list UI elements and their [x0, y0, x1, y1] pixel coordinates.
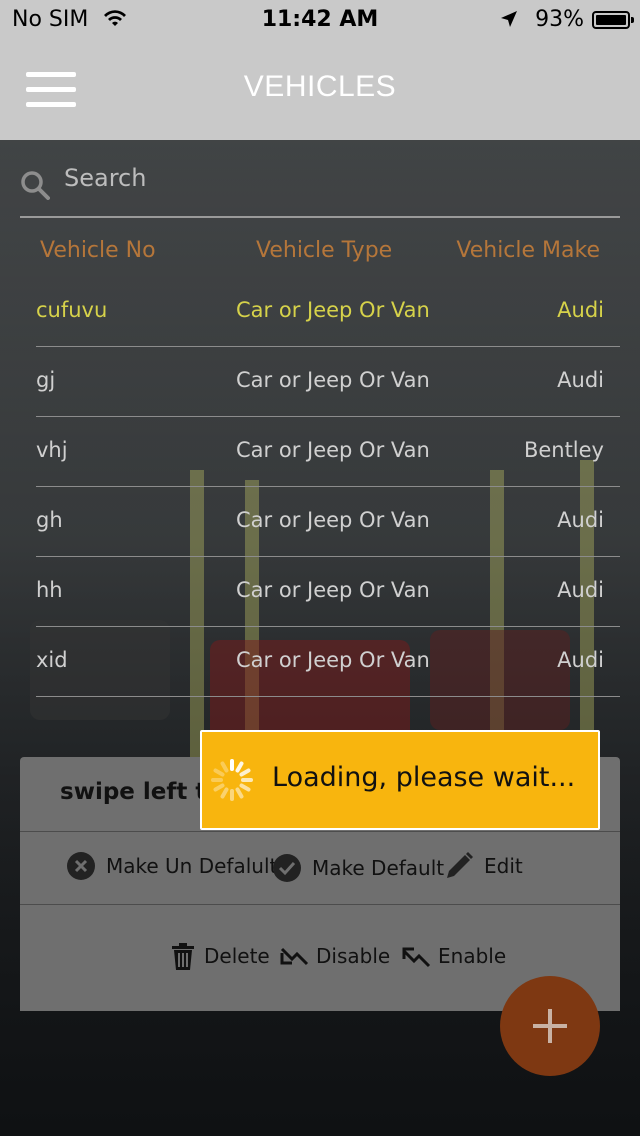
make-default-button[interactable]: Make Default [272, 853, 444, 883]
trend-up-icon [402, 947, 431, 968]
edit-button[interactable]: Edit [444, 851, 523, 881]
battery-percent: 93% [535, 7, 584, 32]
table-row[interactable]: hh Car or Jeep Or Van Audi [36, 556, 620, 627]
pencil-icon [447, 852, 473, 878]
enable-label: Enable [438, 944, 507, 968]
cell-vehicle-type: Car or Jeep Or Van [236, 508, 430, 532]
location-arrow-icon [501, 11, 518, 27]
column-header-vehicle-make: Vehicle Make [456, 238, 600, 263]
table-row[interactable]: vhj Car or Jeep Or Van Bentley [36, 416, 620, 487]
search-field[interactable]: Search [20, 150, 620, 218]
make-default-label: Make Default [312, 856, 445, 880]
swipe-hint: swipe left to [60, 779, 223, 805]
cell-vehicle-make: Audi [557, 508, 604, 532]
header-bar: VEHICLES [0, 40, 640, 140]
cell-vehicle-make: Audi [557, 368, 604, 392]
make-un-default-label: Make Un Defalult [106, 854, 278, 878]
cell-vehicle-make: Audi [557, 298, 604, 322]
cell-vehicle-make: Audi [557, 578, 604, 602]
search-icon [21, 171, 50, 200]
loading-message: Loading, please wait... [272, 762, 576, 793]
page-title: VEHICLES [243, 70, 397, 103]
search-input[interactable]: Search [64, 164, 146, 192]
trend-down-icon [280, 947, 309, 966]
divider [20, 904, 620, 905]
cell-vehicle-make: Audi [557, 648, 604, 672]
make-un-default-button[interactable]: Make Un Defalult [66, 851, 277, 881]
cell-vehicle-type: Car or Jeep Or Van [236, 298, 430, 322]
disable-label: Disable [316, 944, 391, 968]
status-bar: No SIM 11:42 AM 93% [0, 0, 640, 40]
status-right: 93% [500, 7, 584, 32]
cell-vehicle-type: Car or Jeep Or Van [236, 648, 430, 672]
cell-vehicle-no: hh [36, 578, 63, 602]
cell-vehicle-type: Car or Jeep Or Van [236, 578, 430, 602]
cell-vehicle-no: cufuvu [36, 298, 108, 322]
enable-button[interactable]: Enable [402, 941, 506, 971]
disable-button[interactable]: Disable [280, 941, 390, 971]
check-circle-icon [273, 854, 301, 882]
cell-vehicle-type: Car or Jeep Or Van [236, 368, 430, 392]
add-vehicle-button[interactable] [500, 976, 600, 1076]
cell-vehicle-no: xid [36, 648, 68, 672]
column-header-vehicle-no: Vehicle No [40, 238, 156, 263]
cell-vehicle-no: gh [36, 508, 63, 532]
table-row[interactable]: cufuvu Car or Jeep Or Van Audi [36, 276, 620, 347]
delete-label: Delete [204, 944, 270, 968]
table-row[interactable]: gh Car or Jeep Or Van Audi [36, 486, 620, 557]
table-row[interactable]: xid Car or Jeep Or Van Audi [36, 626, 620, 697]
table-row[interactable]: gj Car or Jeep Or Van Audi [36, 346, 620, 417]
cell-vehicle-make: Bentley [523, 438, 604, 462]
column-header-vehicle-type: Vehicle Type [256, 238, 393, 263]
edit-label: Edit [484, 854, 523, 878]
close-circle-icon [67, 852, 95, 880]
delete-button[interactable]: Delete [168, 941, 270, 971]
divider [20, 831, 620, 832]
spinner-icon [211, 759, 253, 801]
cell-vehicle-no: vhj [36, 438, 68, 462]
cell-vehicle-type: Car or Jeep Or Van [236, 438, 430, 462]
loading-dialog: Loading, please wait... [200, 730, 600, 830]
trash-icon [172, 943, 194, 970]
battery-icon [592, 11, 634, 29]
cell-vehicle-no: gj [36, 368, 56, 392]
